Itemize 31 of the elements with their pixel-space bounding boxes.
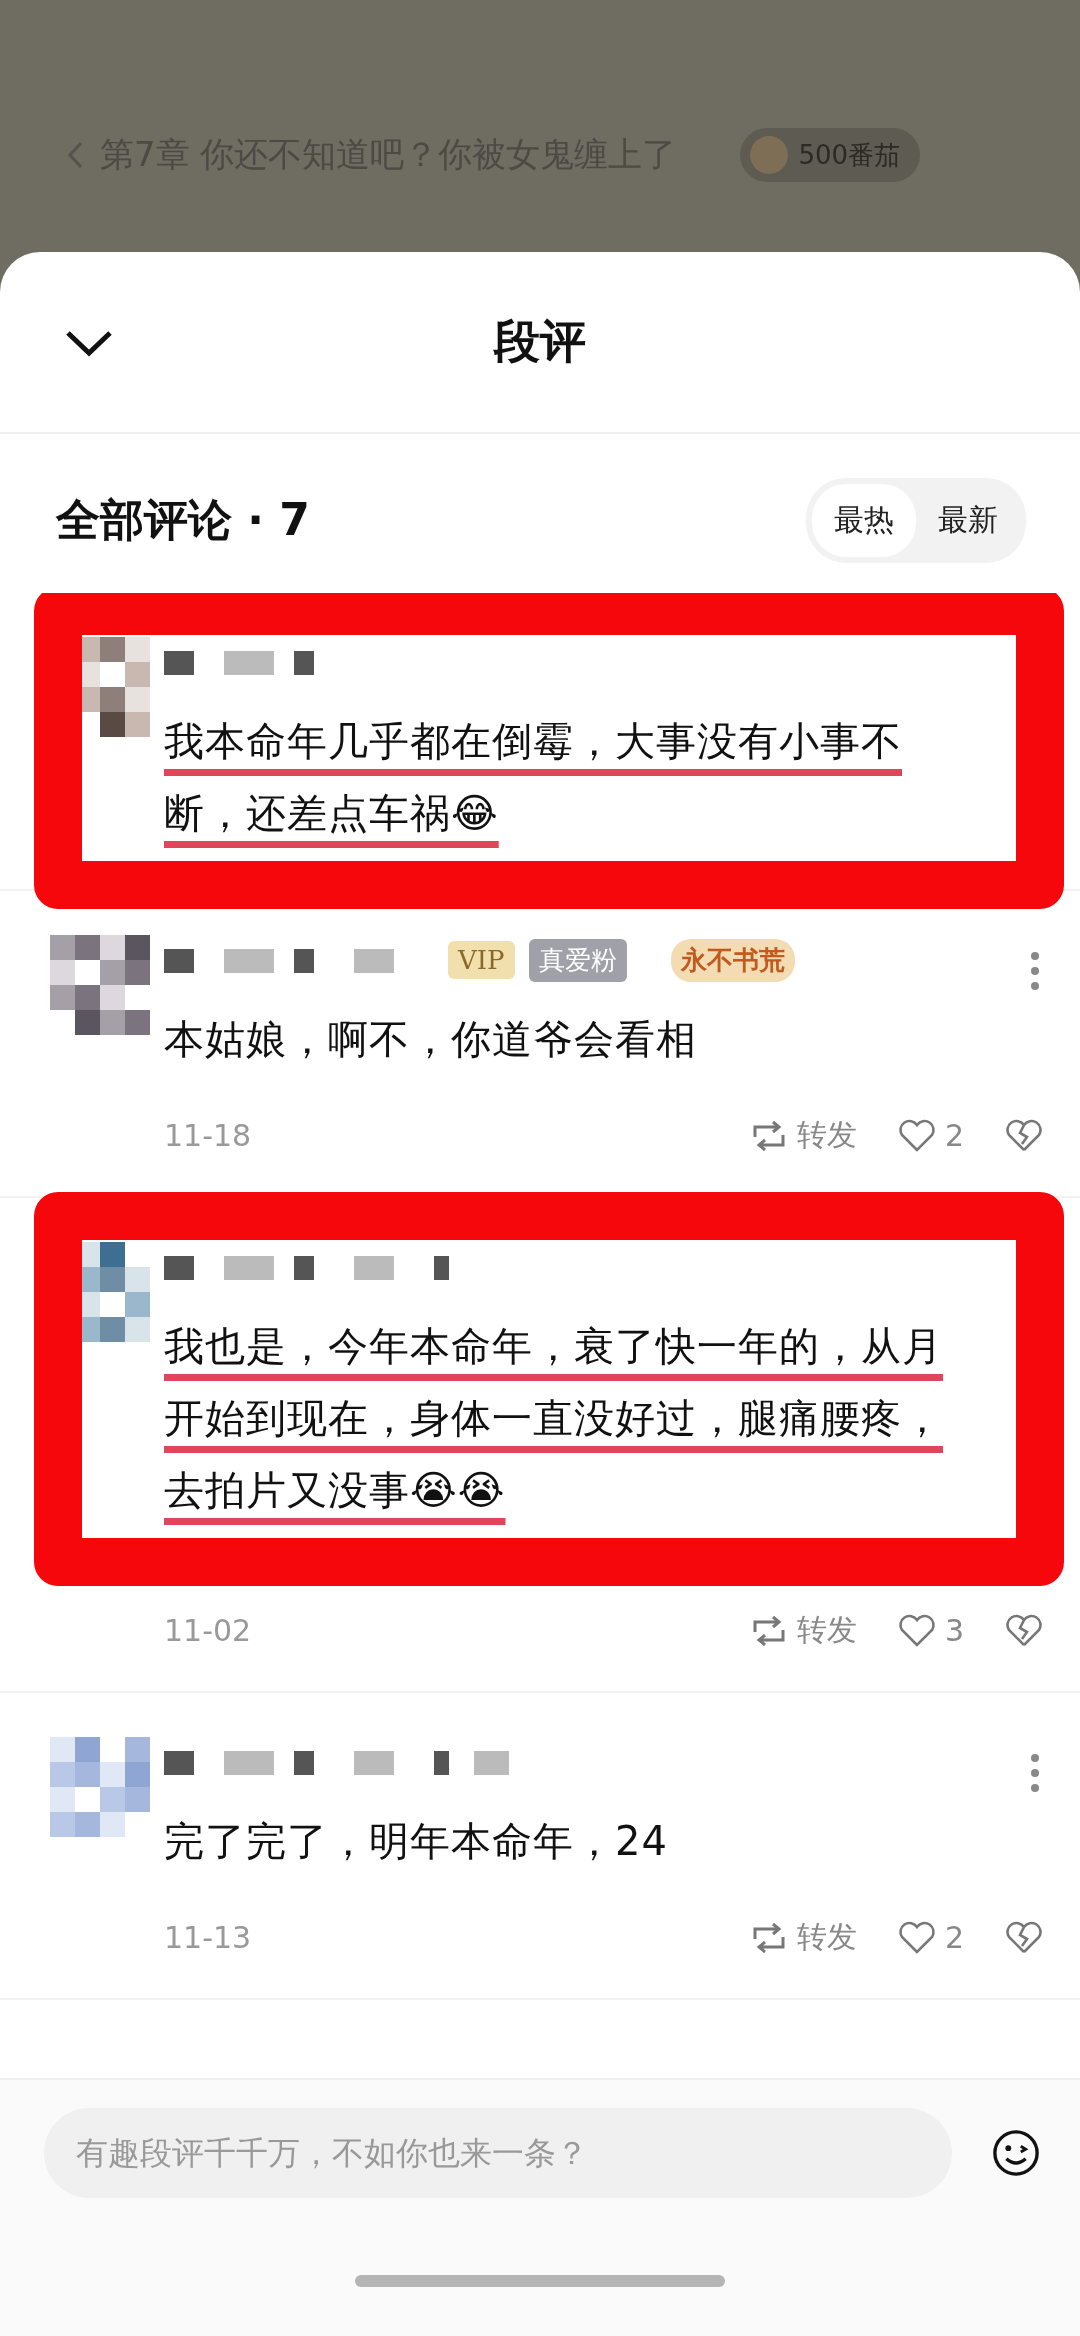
fan-badge: 真爱粉 [528, 938, 627, 982]
broken-heart-icon[interactable] [1004, 1613, 1044, 1648]
comment-date: 11-02 [164, 1613, 252, 1648]
repost-button[interactable]: 转发 [748, 1610, 857, 1651]
comment-date: 11-13 [164, 1920, 252, 1955]
heart-icon [896, 1613, 937, 1648]
comment-text: 本姑娘，啊不，你道爷会看相 [164, 1016, 697, 1062]
comments-count: 全部评论 · 7 [56, 493, 310, 547]
heart-icon [896, 1920, 937, 1955]
more-icon[interactable] [1030, 1753, 1040, 1793]
comment-text: 我也是，今年本命年，衰了快一年的，从月开始到现在，身体一直没好过，腿痛腰疼，去拍片又没事😭😭 [164, 1323, 943, 1513]
sheet-title: 段评 [494, 313, 586, 370]
comment-input[interactable]: 有趣段评千千万，不如你也来一条？ [44, 2108, 952, 2198]
more-icon[interactable] [1030, 951, 1040, 991]
comment-text: 我本命年几乎都在倒霉，大事没有小事不断，还差点车祸😂 [164, 718, 902, 836]
repost-button[interactable]: 转发 [748, 1917, 857, 1958]
sort-tab[interactable]: 最新 [916, 484, 1020, 557]
medal-badge: 永不书荒 [670, 938, 795, 982]
like-button[interactable]: 3 [896, 1613, 964, 1648]
like-button[interactable]: 2 [896, 1118, 964, 1153]
collapse-icon[interactable] [64, 328, 114, 358]
comment-text: 完了完了，明年本命年，24 [164, 1818, 668, 1864]
vip-badge: VIP [448, 941, 515, 979]
comment-date: 11-18 [164, 1118, 252, 1153]
like-button[interactable]: 2 [896, 1920, 964, 1955]
heart-icon [896, 1118, 937, 1153]
sort-tab[interactable]: 最热 [812, 484, 916, 557]
broken-heart-icon[interactable] [1004, 1920, 1044, 1955]
emoji-icon[interactable] [992, 2129, 1040, 2177]
repost-button[interactable]: 转发 [748, 1115, 857, 1156]
broken-heart-icon[interactable] [1004, 1118, 1044, 1153]
